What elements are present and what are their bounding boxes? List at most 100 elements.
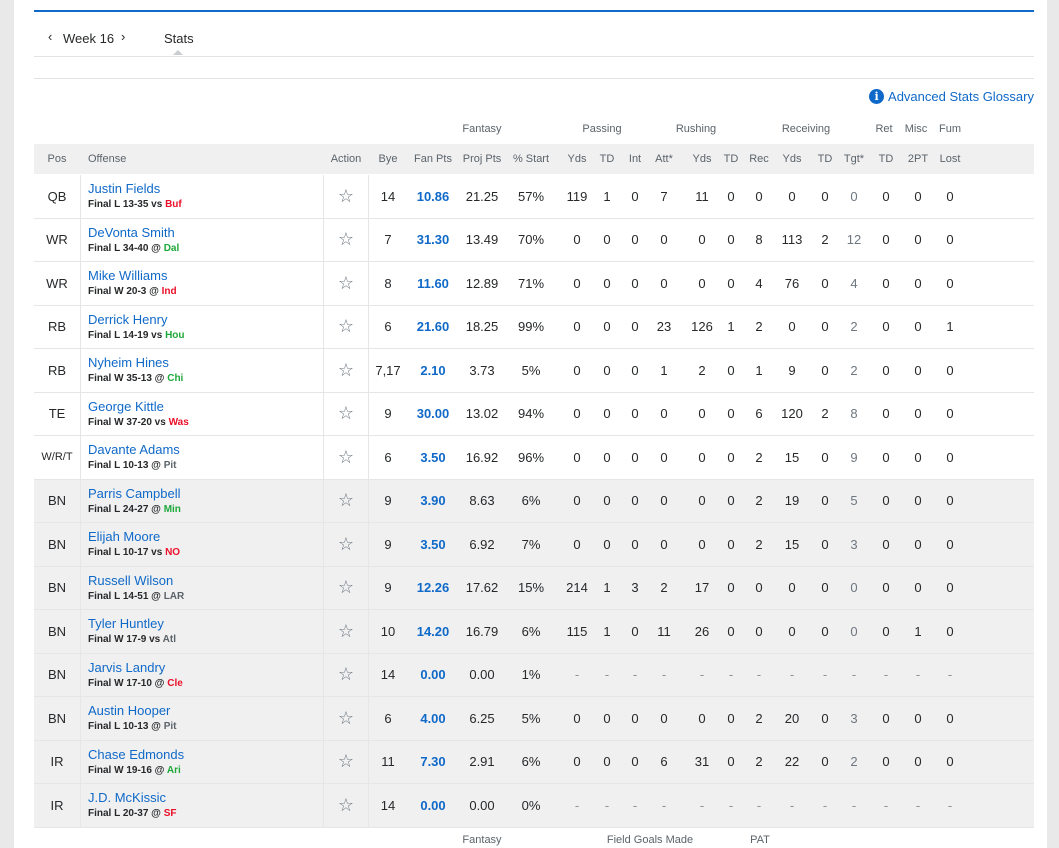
opponent-link[interactable]: NO bbox=[165, 547, 180, 558]
column-group-header: Receiving bbox=[781, 123, 831, 135]
fantasy-points-link[interactable]: 10.86 bbox=[417, 175, 450, 218]
star-icon[interactable]: ☆ bbox=[338, 654, 354, 697]
opponent-link[interactable]: Buf bbox=[165, 199, 182, 210]
active-tab-caret-icon bbox=[173, 50, 183, 55]
column-header[interactable]: Tgt* bbox=[844, 153, 864, 165]
opponent-link[interactable]: LAR bbox=[164, 591, 185, 602]
fantasy-points-link[interactable]: 21.60 bbox=[417, 306, 450, 349]
fantasy-points-link[interactable]: 2.10 bbox=[420, 349, 445, 392]
player-name-link[interactable]: Derrick Henry bbox=[88, 312, 185, 327]
player-name-link[interactable]: Davante Adams bbox=[88, 442, 180, 457]
fantasy-points-link[interactable]: 3.90 bbox=[420, 480, 445, 523]
position-label: IR bbox=[50, 797, 64, 813]
game-score: Final W 20-3 @ bbox=[88, 286, 162, 297]
column-header[interactable]: Offense bbox=[88, 153, 126, 165]
player-name-link[interactable]: George Kittle bbox=[88, 399, 189, 414]
fantasy-points-link[interactable]: 30.00 bbox=[417, 393, 450, 436]
star-icon[interactable]: ☆ bbox=[338, 436, 354, 479]
player-name-link[interactable]: Parris Campbell bbox=[88, 486, 181, 501]
column-header[interactable]: Yds bbox=[693, 153, 712, 165]
opponent-link[interactable]: Pit bbox=[164, 721, 177, 732]
chevron-right-icon[interactable]: › bbox=[121, 29, 125, 44]
column-header[interactable]: Action bbox=[331, 153, 362, 165]
opponent-link[interactable]: Cle bbox=[167, 678, 183, 689]
opponent-link[interactable]: SF bbox=[164, 808, 177, 819]
fantasy-points-link[interactable]: 0.00 bbox=[420, 784, 445, 827]
player-name-link[interactable]: Russell Wilson bbox=[88, 573, 184, 588]
star-icon[interactable]: ☆ bbox=[338, 349, 354, 392]
player-name-link[interactable]: Jarvis Landry bbox=[88, 660, 183, 675]
star-icon[interactable]: ☆ bbox=[338, 175, 354, 218]
star-icon[interactable]: ☆ bbox=[338, 610, 354, 653]
column-header[interactable]: TD bbox=[818, 153, 833, 165]
opponent-link[interactable]: Dal bbox=[164, 243, 180, 254]
column-header[interactable]: Att* bbox=[655, 153, 673, 165]
star-icon[interactable]: ☆ bbox=[338, 741, 354, 784]
player-name-link[interactable]: J.D. McKissic bbox=[88, 790, 176, 805]
column-header[interactable]: TD bbox=[600, 153, 615, 165]
column-divider bbox=[323, 697, 324, 740]
star-icon[interactable]: ☆ bbox=[338, 393, 354, 436]
column-header[interactable]: Lost bbox=[940, 153, 961, 165]
fantasy-points-link[interactable]: 31.30 bbox=[417, 219, 450, 262]
fantasy-points-link[interactable]: 4.00 bbox=[420, 697, 445, 740]
rush-yds-value: 0 bbox=[698, 406, 706, 422]
opponent-link[interactable]: Was bbox=[169, 417, 189, 428]
player-name-link[interactable]: Austin Hooper bbox=[88, 703, 176, 718]
column-header[interactable]: Proj Pts bbox=[463, 153, 502, 165]
fantasy-points-link[interactable]: 14.20 bbox=[417, 610, 450, 653]
star-icon[interactable]: ☆ bbox=[338, 523, 354, 566]
column-header[interactable]: TD bbox=[724, 153, 739, 165]
opponent-link[interactable]: Ind bbox=[162, 286, 177, 297]
star-icon[interactable]: ☆ bbox=[338, 567, 354, 610]
opponent-link[interactable]: Pit bbox=[164, 460, 177, 471]
projected-points: 18.25 bbox=[465, 319, 499, 335]
column-header[interactable]: Yds bbox=[783, 153, 802, 165]
column-header[interactable]: 2PT bbox=[908, 153, 928, 165]
fantasy-points-link[interactable]: 0.00 bbox=[420, 654, 445, 697]
column-divider bbox=[80, 262, 81, 305]
rush-td-value: 0 bbox=[727, 580, 735, 596]
player-name-link[interactable]: Mike Williams bbox=[88, 268, 177, 283]
column-header[interactable]: Fan Pts bbox=[414, 153, 452, 165]
fantasy-points-link[interactable]: 3.50 bbox=[420, 436, 445, 479]
advanced-stats-glossary-link[interactable]: i Advanced Stats Glossary bbox=[869, 89, 1034, 104]
fantasy-points-link[interactable]: 12.26 bbox=[417, 567, 450, 610]
player-name-link[interactable]: Elijah Moore bbox=[88, 529, 180, 544]
projected-points: 3.73 bbox=[469, 362, 495, 378]
player-name-link[interactable]: Tyler Huntley bbox=[88, 616, 176, 631]
star-icon[interactable]: ☆ bbox=[338, 262, 354, 305]
column-header[interactable]: Yds bbox=[568, 153, 587, 165]
player-name-link[interactable]: Justin Fields bbox=[88, 181, 182, 196]
opponent-link[interactable]: Min bbox=[164, 504, 181, 515]
opponent-link[interactable]: Hou bbox=[165, 330, 184, 341]
column-header[interactable]: % Start bbox=[513, 153, 549, 165]
fantasy-points-link[interactable]: 3.50 bbox=[420, 523, 445, 566]
player-name-link[interactable]: Chase Edmonds bbox=[88, 747, 184, 762]
player-name-link[interactable]: DeVonta Smith bbox=[88, 225, 179, 240]
opponent-link[interactable]: Ari bbox=[167, 765, 181, 776]
player-name-link[interactable]: Nyheim Hines bbox=[88, 355, 183, 370]
column-header[interactable]: Bye bbox=[379, 153, 398, 165]
tab-stats[interactable]: Stats bbox=[164, 31, 194, 46]
opponent-link[interactable]: Atl bbox=[163, 634, 176, 645]
projected-points: 16.92 bbox=[465, 449, 499, 465]
page-scrollbar[interactable] bbox=[1049, 0, 1059, 848]
star-icon[interactable]: ☆ bbox=[338, 697, 354, 740]
game-score: Final L 14-51 @ bbox=[88, 590, 164, 602]
column-header[interactable]: Pos bbox=[48, 153, 67, 165]
column-header[interactable]: Rec bbox=[749, 153, 769, 165]
rush-td-value: 0 bbox=[727, 275, 735, 291]
star-icon[interactable]: ☆ bbox=[338, 784, 354, 827]
star-icon[interactable]: ☆ bbox=[338, 306, 354, 349]
fantasy-points-link[interactable]: 7.30 bbox=[420, 741, 445, 784]
star-icon[interactable]: ☆ bbox=[338, 480, 354, 523]
star-icon[interactable]: ☆ bbox=[338, 219, 354, 262]
chevron-left-icon[interactable]: ‹ bbox=[48, 29, 52, 44]
column-header[interactable]: Int bbox=[629, 153, 641, 165]
opponent-link[interactable]: Chi bbox=[167, 373, 183, 384]
two-pt-value: 0 bbox=[914, 232, 922, 248]
fantasy-points-link[interactable]: 11.60 bbox=[417, 262, 449, 305]
column-header[interactable]: TD bbox=[879, 153, 894, 165]
bye-week: 9 bbox=[384, 493, 392, 509]
